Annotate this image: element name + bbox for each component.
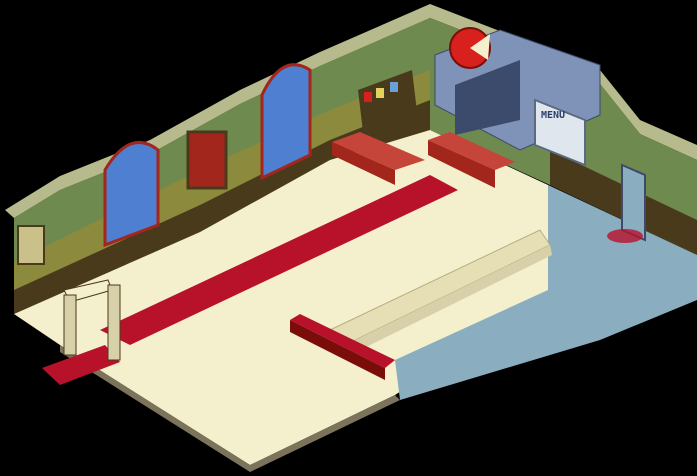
red-painting: [186, 130, 228, 190]
floor-splat: [607, 229, 643, 243]
elevator-door-icon[interactable]: [621, 163, 646, 242]
menu-board-label: MENU: [541, 110, 565, 121]
pizza-slice-sign-icon: [449, 27, 491, 69]
hotel-room-scene[interactable]: MENU: [0, 0, 697, 472]
map-painting: [17, 225, 45, 265]
isometric-room[interactable]: MENU: [0, 0, 697, 472]
